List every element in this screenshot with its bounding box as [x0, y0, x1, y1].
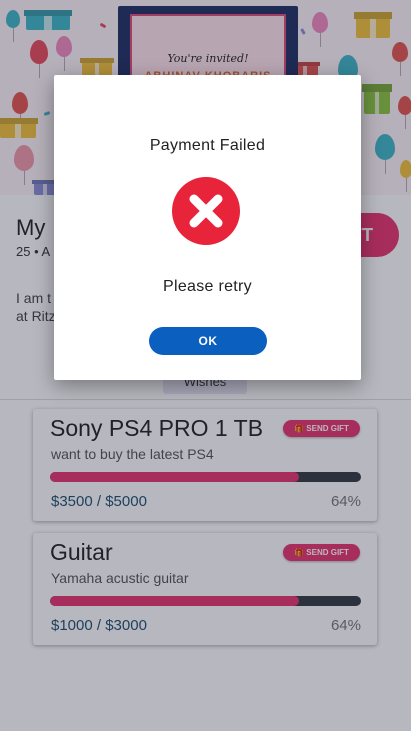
dialog-message: Please retry: [163, 278, 252, 295]
dialog-title: Payment Failed: [149, 137, 266, 154]
ok-button[interactable]: OK: [149, 327, 267, 355]
payment-failed-dialog: Payment Failed Please retry OK: [54, 75, 361, 380]
error-x-icon: [172, 177, 240, 245]
